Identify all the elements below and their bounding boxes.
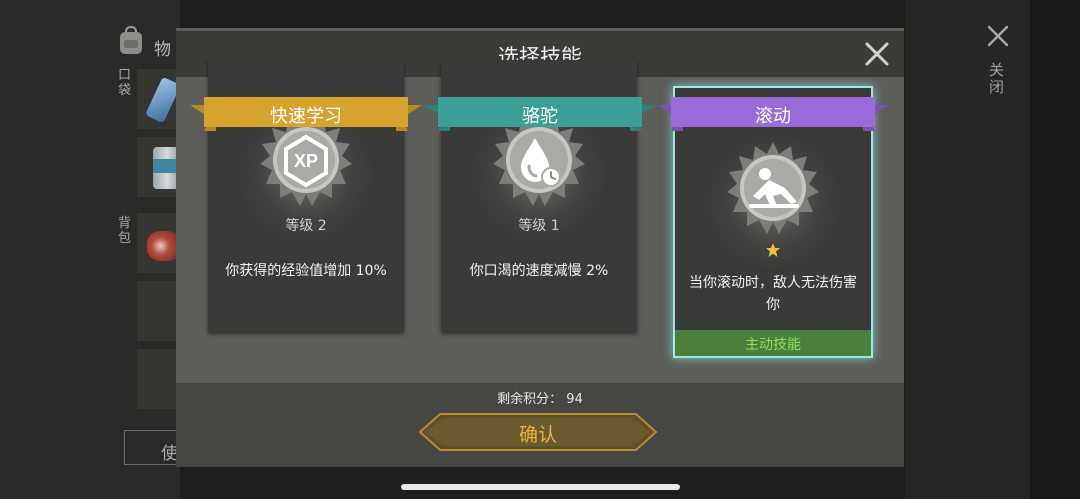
inventory-panel: 物 口袋 背包 使	[0, 0, 184, 499]
inventory-slot[interactable]	[136, 212, 181, 274]
inventory-slot[interactable]	[136, 68, 181, 130]
inventory-title: 物	[154, 40, 171, 60]
skill-ribbon: 快速学习	[190, 97, 422, 133]
remaining-points-value: 94	[566, 392, 583, 407]
star-icon	[766, 243, 780, 257]
active-skill-tag: 主动技能	[675, 330, 871, 356]
skill-name: 滚动	[755, 106, 791, 127]
svg-text:XP: XP	[294, 151, 318, 171]
close-icon[interactable]	[986, 24, 1010, 48]
skill-description: 你获得的经验值增加 10%	[225, 263, 387, 279]
confirm-label: 确认	[518, 424, 557, 446]
home-indicator[interactable]	[401, 484, 680, 490]
backpack-icon	[120, 26, 142, 54]
skill-ribbon: 骆驼	[424, 97, 656, 133]
pocket-label: 口袋	[118, 68, 132, 98]
confirm-button[interactable]: 确认	[418, 412, 658, 452]
emblem-badge	[727, 142, 819, 234]
backpack-label: 背包	[118, 216, 132, 246]
close-icon[interactable]	[864, 41, 890, 67]
skill-name: 快速学习	[270, 106, 342, 127]
background-edge	[1030, 0, 1080, 499]
close-label[interactable]: 关闭	[989, 62, 1005, 96]
remaining-points: 剩余积分： 94	[0, 388, 1080, 407]
skill-description: 当你滚动时，敌人无法伤害你	[689, 275, 857, 313]
skill-level: 等级 2	[285, 218, 327, 234]
skill-name: 骆驼	[522, 106, 558, 127]
inventory-slot[interactable]	[136, 280, 180, 342]
skill-ribbon: 滚动	[657, 97, 889, 133]
skill-level: 等级 1	[518, 218, 560, 234]
skill-description: 你口渴的速度减慢 2%	[469, 263, 609, 279]
inventory-slot[interactable]	[136, 136, 181, 198]
use-button[interactable]: 使	[124, 430, 184, 465]
remaining-points-label: 剩余积分：	[497, 392, 563, 407]
